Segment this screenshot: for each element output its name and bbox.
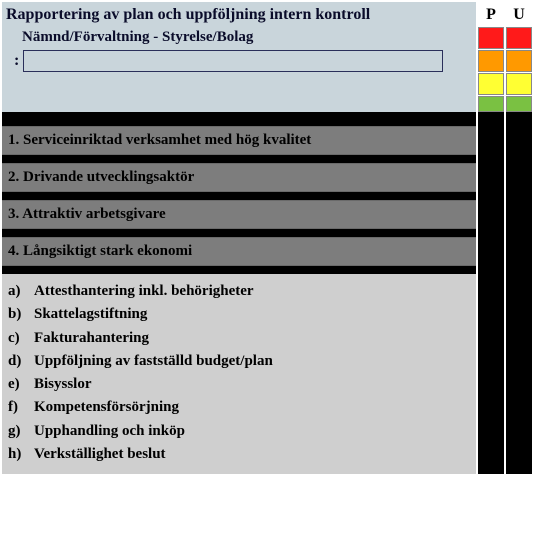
sep-u-cat2 xyxy=(506,192,532,200)
cell-u-cat2 xyxy=(506,163,532,192)
category-row-2: 2. Drivande utvecklingsaktör xyxy=(2,163,476,192)
legend-p-green xyxy=(478,96,504,112)
category-label: Serviceinriktad verksamhet med hög kvali… xyxy=(23,132,311,148)
category-row-3: 3. Attraktiv arbetsgivare xyxy=(2,200,476,229)
sep-p-cat1 xyxy=(478,155,504,163)
category-number: 3. xyxy=(8,206,19,222)
items-block: a) Attesthantering inkl. behörigheter b)… xyxy=(2,274,476,474)
item-tag: e) xyxy=(8,373,28,396)
legend-u-red xyxy=(506,27,532,49)
item-tag: f) xyxy=(8,396,28,419)
legend-p-yellow xyxy=(478,73,504,95)
column-header-u: U xyxy=(506,2,532,27)
header-body: Nämnd/Förvaltning - Styrelse/Bolag : xyxy=(2,27,476,112)
list-item: b) Skattelagstiftning xyxy=(8,303,470,326)
item-tag: a) xyxy=(8,280,28,303)
item-label: Bisysslor xyxy=(34,373,92,396)
item-tag: d) xyxy=(8,350,28,373)
cell-p-cat4 xyxy=(478,237,504,266)
category-row-1: 1. Serviceinriktad verksamhet med hög kv… xyxy=(2,126,476,155)
legend-u-green xyxy=(506,96,532,112)
list-item: f) Kompetensförsörjning xyxy=(8,396,470,419)
cell-p-items xyxy=(478,274,504,474)
legend-p-orange xyxy=(478,50,504,72)
list-item: c) Fakturahantering xyxy=(8,327,470,350)
category-number: 4. xyxy=(8,243,19,259)
legend-p-red xyxy=(478,27,504,49)
sep-u-cat4 xyxy=(506,266,532,274)
legend-u-orange xyxy=(506,50,532,72)
item-label: Verkställighet beslut xyxy=(34,443,166,466)
sep-after-cat4 xyxy=(2,266,476,274)
page-root: Rapportering av plan och uppföljning int… xyxy=(0,0,533,533)
item-label: Skattelagstiftning xyxy=(34,303,147,326)
separator-row xyxy=(2,112,476,126)
list-item: e) Bisysslor xyxy=(8,373,470,396)
cell-p-cat1 xyxy=(478,126,504,155)
category-label: Långsiktigt stark ekonomi xyxy=(23,243,192,259)
layout-grid: Rapportering av plan och uppföljning int… xyxy=(2,2,531,474)
item-tag: g) xyxy=(8,420,28,443)
legend-u xyxy=(506,27,532,112)
page-title: Rapportering av plan och uppföljning int… xyxy=(2,2,476,27)
list-item: d) Uppföljning av fastställd budget/plan xyxy=(8,350,470,373)
separator-u xyxy=(506,112,532,126)
legend-u-yellow xyxy=(506,73,532,95)
item-label: Uppföljning av fastställd budget/plan xyxy=(34,350,273,373)
cell-u-items xyxy=(506,274,532,474)
cell-u-cat4 xyxy=(506,237,532,266)
cell-u-cat1 xyxy=(506,126,532,155)
sep-p-cat4 xyxy=(478,266,504,274)
category-row-4: 4. Långsiktigt stark ekonomi xyxy=(2,237,476,266)
category-number: 2. xyxy=(8,169,19,185)
cell-p-cat3 xyxy=(478,200,504,229)
header-field-row: : xyxy=(14,50,470,72)
list-item: a) Attesthantering inkl. behörigheter xyxy=(8,280,470,303)
sep-after-cat2 xyxy=(2,192,476,200)
legend-p xyxy=(478,27,504,112)
sep-u-cat1 xyxy=(506,155,532,163)
list-item: g) Upphandling och inköp xyxy=(8,420,470,443)
item-label: Attesthantering inkl. behörigheter xyxy=(34,280,254,303)
item-label: Upphandling och inköp xyxy=(34,420,185,443)
sep-after-cat3 xyxy=(2,229,476,237)
sep-after-cat1 xyxy=(2,155,476,163)
cell-u-cat3 xyxy=(506,200,532,229)
separator-p xyxy=(478,112,504,126)
header-subtitle: Nämnd/Förvaltning - Styrelse/Bolag xyxy=(22,29,470,46)
category-label: Drivande utvecklingsaktör xyxy=(23,169,194,185)
sep-u-cat3 xyxy=(506,229,532,237)
sep-p-cat3 xyxy=(478,229,504,237)
item-label: Kompetensförsörjning xyxy=(34,396,179,419)
cell-p-cat2 xyxy=(478,163,504,192)
header-colon: : xyxy=(14,52,19,70)
item-tag: c) xyxy=(8,327,28,350)
column-header-p: P xyxy=(478,2,504,27)
category-label: Attraktiv arbetsgivare xyxy=(22,206,165,222)
item-label: Fakturahantering xyxy=(34,327,149,350)
item-tag: b) xyxy=(8,303,28,326)
item-tag: h) xyxy=(8,443,28,466)
sep-p-cat2 xyxy=(478,192,504,200)
list-item: h) Verkställighet beslut xyxy=(8,443,470,466)
category-number: 1. xyxy=(8,132,19,148)
org-name-input[interactable] xyxy=(23,50,443,72)
